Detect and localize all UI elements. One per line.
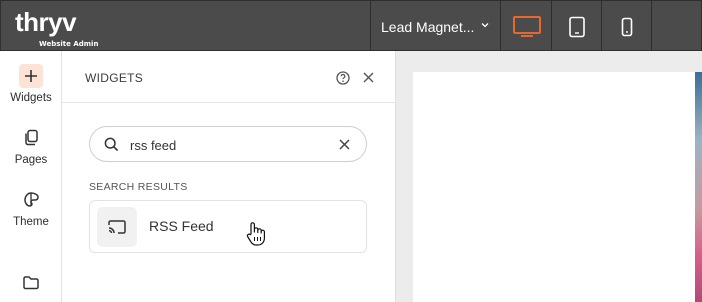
search-icon: [104, 137, 119, 152]
theme-icon: [19, 188, 43, 212]
page-selector-label: Lead Magnet...: [381, 18, 475, 35]
pages-icon: [19, 126, 43, 150]
chevron-down-icon: [481, 23, 489, 28]
folder-icon: [19, 271, 43, 295]
page-selector[interactable]: Lead Magnet...: [372, 1, 500, 52]
panel-title: WIDGETS: [85, 71, 144, 85]
widget-result-rss-feed[interactable]: RSS Feed: [89, 200, 367, 253]
logo-wordmark: thryv: [15, 7, 77, 37]
logo-subtitle: Website Admin: [39, 40, 99, 48]
panel-header: WIDGETS: [62, 51, 395, 103]
hand-cursor-icon: [246, 222, 265, 246]
rail-item-label: Theme: [13, 216, 49, 228]
divider: [651, 1, 652, 52]
tablet-icon: [569, 16, 585, 37]
plus-icon: [19, 64, 43, 88]
canvas-hero-image: [695, 72, 702, 302]
mobile-icon: [621, 17, 633, 36]
tablet-view-button[interactable]: [552, 1, 602, 52]
thryv-logo[interactable]: thryv Website Admin: [15, 7, 99, 48]
widgets-panel: WIDGETS SEARCH RESULTS RSS Feed: [62, 51, 396, 302]
editor-canvas[interactable]: [413, 72, 695, 302]
rail-item-widgets[interactable]: Widgets: [0, 64, 62, 104]
divider: [370, 1, 371, 52]
widget-result-label: RSS Feed: [149, 218, 214, 234]
left-rail: Widgets Pages Theme: [0, 51, 62, 302]
search-input[interactable]: [130, 135, 320, 155]
clear-search-icon[interactable]: [338, 138, 351, 151]
close-icon[interactable]: [362, 71, 375, 84]
desktop-icon: [513, 15, 541, 37]
mobile-view-button[interactable]: [602, 1, 652, 52]
rail-item-label: Widgets: [10, 92, 52, 104]
rail-item-label: Pages: [14, 154, 48, 166]
rss-cast-icon: [97, 207, 137, 247]
divider: [500, 1, 501, 52]
rail-item-pages[interactable]: Pages: [0, 126, 62, 166]
widget-search: [89, 126, 367, 162]
rail-item-theme[interactable]: Theme: [0, 188, 62, 228]
help-icon[interactable]: [336, 71, 350, 85]
desktop-view-button[interactable]: [502, 1, 552, 52]
rail-item-files[interactable]: [0, 271, 62, 295]
top-bar: thryv Website Admin Lead Magnet...: [0, 0, 702, 52]
search-results-heading: SEARCH RESULTS: [89, 181, 188, 193]
